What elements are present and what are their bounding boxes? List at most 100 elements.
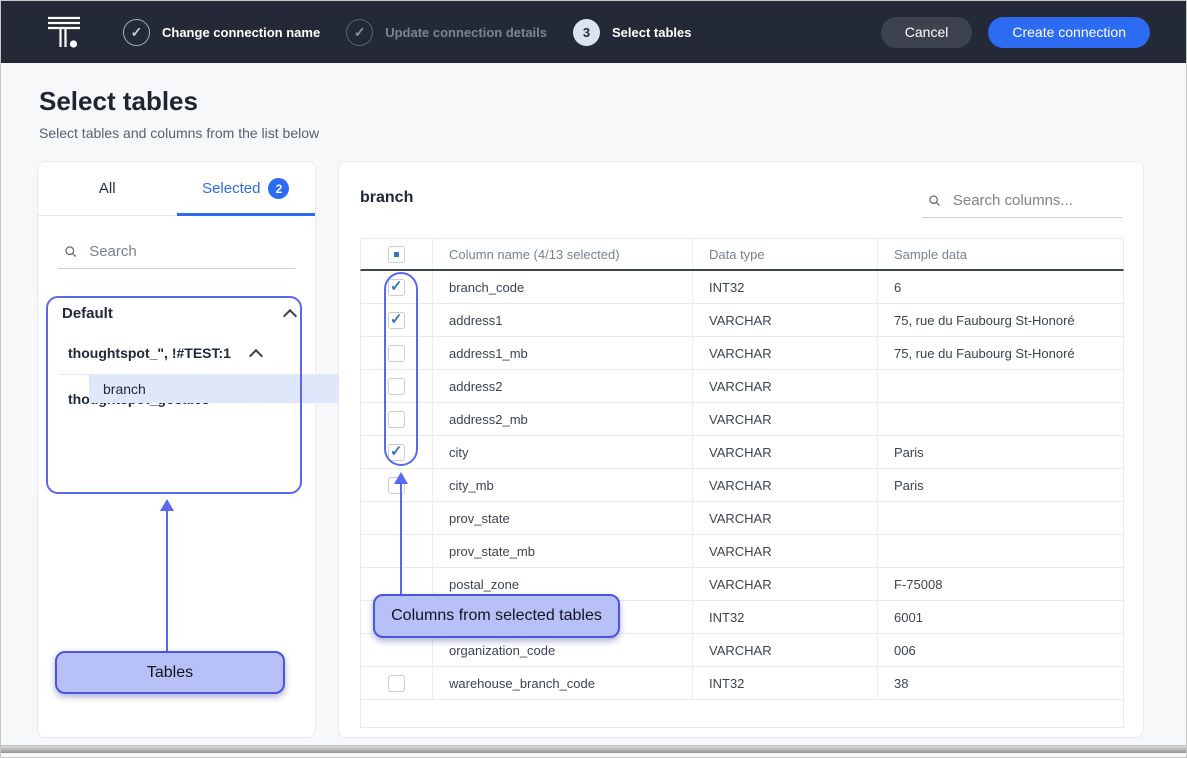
sample-data-cell: 75, rue du Faubourg St-Honoré [878, 337, 1123, 369]
column-name-cell: address1_mb [433, 337, 693, 369]
table-footer-row [360, 700, 1124, 728]
table-name: branch [360, 189, 413, 207]
sample-data-cell: 6 [878, 271, 1123, 303]
sample-data-cell: 75, rue du Faubourg St-Honoré [878, 304, 1123, 336]
wizard-step: ✓ Change connection name [123, 19, 320, 46]
column-name-cell: city_mb [433, 469, 693, 501]
sample-data-cell [878, 535, 1123, 567]
row-checkbox[interactable] [388, 279, 405, 296]
tab-selected[interactable]: Selected 2 [177, 162, 316, 215]
tabs-bar: All Selected 2 [38, 162, 315, 216]
data-type-cell: VARCHAR [693, 568, 878, 600]
tab-all[interactable]: All [38, 162, 177, 215]
chevron-up-icon[interactable] [249, 348, 263, 362]
step-label: Change connection name [162, 25, 320, 40]
table-header-row: Column name (4/13 selected) Data type Sa… [360, 238, 1124, 271]
thoughtspot-logo-icon [47, 12, 81, 52]
sample-data-cell [878, 403, 1123, 435]
tab-selected-label: Selected [202, 180, 260, 197]
wizard-steps: ✓ Change connection name ✓ Update connec… [123, 19, 692, 46]
step-status-icon: 3 [573, 19, 600, 46]
data-type-cell: INT32 [693, 271, 878, 303]
tree-item-default[interactable]: Default [58, 298, 295, 328]
tree-item-thoughtspot-test-1[interactable]: thoughtspot_", !#TEST:1 [58, 338, 295, 368]
search-icon [64, 244, 77, 259]
column-name-cell: city [433, 436, 693, 468]
wizard-step: ✓ Update connection details [346, 19, 547, 46]
data-type-cell: VARCHAR [693, 403, 878, 435]
step-label: Update connection details [385, 25, 547, 40]
table-row[interactable]: prov_state_mb VARCHAR [360, 535, 1124, 568]
app-window: ✓ Change connection name ✓ Update connec… [0, 0, 1187, 758]
table-row[interactable]: address1_mb VARCHAR 75, rue du Faubourg … [360, 337, 1124, 370]
table-row[interactable]: branch_code INT32 6 [360, 271, 1124, 304]
row-checkbox[interactable] [388, 411, 405, 428]
sample-data-header: Sample data [878, 239, 1123, 269]
sample-data-cell: Paris [878, 469, 1123, 501]
columns-search-input[interactable] [951, 191, 1116, 210]
chevron-up-icon[interactable] [283, 308, 297, 322]
search-icon [928, 193, 941, 208]
row-checkbox[interactable] [388, 345, 405, 362]
row-checkbox[interactable] [388, 378, 405, 395]
data-type-cell: VARCHAR [693, 634, 878, 666]
step-status-icon: ✓ [346, 19, 373, 46]
tab-all-label: All [99, 180, 116, 197]
tables-callout: Tables [55, 651, 285, 694]
row-checkbox[interactable] [388, 312, 405, 329]
step-label: Select tables [612, 25, 692, 40]
column-name-cell: organization_code [433, 634, 693, 666]
window-bottom-edge [1, 745, 1186, 753]
table-row[interactable]: address2_mb VARCHAR [360, 403, 1124, 436]
wizard-step: 3 Select tables [573, 19, 692, 46]
sample-data-cell: Paris [878, 436, 1123, 468]
column-name-cell: branch_code [433, 271, 693, 303]
columns-panel: branch Column name (4/13 selected) Data … [338, 161, 1144, 738]
cancel-button[interactable]: Cancel [881, 17, 973, 48]
row-checkbox[interactable] [388, 477, 405, 494]
column-name-cell: address2 [433, 370, 693, 402]
table-row[interactable]: prov_state VARCHAR [360, 502, 1124, 535]
data-type-cell: VARCHAR [693, 436, 878, 468]
data-type-cell: VARCHAR [693, 304, 878, 336]
sample-data-cell: 006 [878, 634, 1123, 666]
table-row[interactable]: address2 VARCHAR [360, 370, 1124, 403]
column-name-cell: prov_state_mb [433, 535, 693, 567]
columns-table: Column name (4/13 selected) Data type Sa… [360, 238, 1124, 728]
table-row[interactable]: organization_code VARCHAR 006 [360, 634, 1124, 667]
selected-count-badge: 2 [268, 178, 289, 199]
table-row[interactable]: warehouse_branch_code INT32 38 [360, 667, 1124, 700]
column-name-cell: prov_state [433, 502, 693, 534]
schema-tree: Default thoughtspot_", !#TEST:1 cacaecde… [58, 298, 295, 416]
data-type-cell: VARCHAR [693, 502, 878, 534]
data-type-cell: VARCHAR [693, 370, 878, 402]
table-row[interactable]: city VARCHAR Paris [360, 436, 1124, 469]
sample-data-cell: F-75008 [878, 568, 1123, 600]
sample-data-cell [878, 370, 1123, 402]
tables-panel: All Selected 2 Default thoughtspot_", !#… [37, 161, 316, 738]
tables-search-input[interactable] [87, 242, 289, 261]
step-status-icon: ✓ [123, 19, 150, 46]
page-subtitle: Select tables and columns from the list … [39, 125, 319, 141]
table-row[interactable]: address1 VARCHAR 75, rue du Faubourg St-… [360, 304, 1124, 337]
create-connection-button[interactable]: Create connection [988, 17, 1150, 48]
table-row[interactable]: city_mb VARCHAR Paris [360, 469, 1124, 502]
data-type-cell: INT32 [693, 667, 878, 699]
page-title: Select tables [39, 86, 198, 117]
tree-item-label: Default [62, 305, 113, 322]
sample-data-cell [878, 502, 1123, 534]
tree-item-label: branch [103, 381, 146, 397]
row-checkbox[interactable] [388, 444, 405, 461]
sample-data-cell: 38 [878, 667, 1123, 699]
tree-item-label: thoughtspot_", !#TEST:1 [68, 345, 231, 361]
data-type-cell: VARCHAR [693, 469, 878, 501]
header-actions: Cancel Create connection [881, 17, 1150, 48]
tables-annotation-arrowhead-icon [160, 499, 174, 511]
data-type-cell: VARCHAR [693, 337, 878, 369]
row-checkbox[interactable] [388, 675, 405, 692]
tables-annotation-arrow [166, 511, 168, 651]
select-all-checkbox[interactable] [388, 246, 405, 263]
data-type-cell: VARCHAR [693, 535, 878, 567]
tables-search [58, 235, 295, 269]
column-name-cell: address1 [433, 304, 693, 336]
